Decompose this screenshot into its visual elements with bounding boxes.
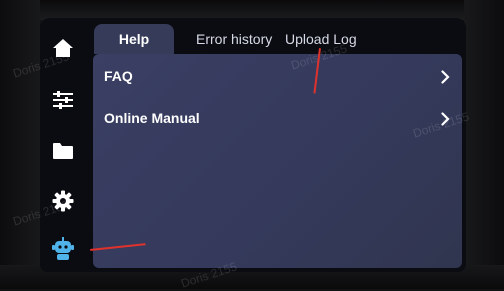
device-bezel-right — [464, 0, 504, 289]
tab-help[interactable]: Help — [94, 24, 174, 54]
sidebar-item-help[interactable] — [46, 232, 80, 266]
tab-bar: Help Error history Upload Log — [86, 20, 466, 54]
device-bezel-left — [0, 0, 40, 289]
sidebar-item-files[interactable] — [46, 134, 80, 168]
device-bezel-top — [0, 0, 504, 20]
tab-error-history[interactable]: Error history — [196, 24, 272, 54]
list-item-label: Online Manual — [104, 110, 200, 126]
folder-icon — [53, 143, 73, 159]
help-panel: FAQ Online Manual — [93, 54, 462, 268]
list-item-faq[interactable]: FAQ — [93, 57, 462, 97]
robot-icon — [52, 237, 74, 260]
sidebar-item-settings-adjust[interactable] — [46, 83, 80, 117]
list-item-label: FAQ — [104, 68, 133, 84]
device-screen: Help Error history Upload Log FAQ Online… — [40, 18, 466, 272]
list-item-online-manual[interactable]: Online Manual — [93, 99, 462, 139]
chevron-right-icon — [441, 70, 450, 84]
sliders-icon — [53, 91, 73, 109]
